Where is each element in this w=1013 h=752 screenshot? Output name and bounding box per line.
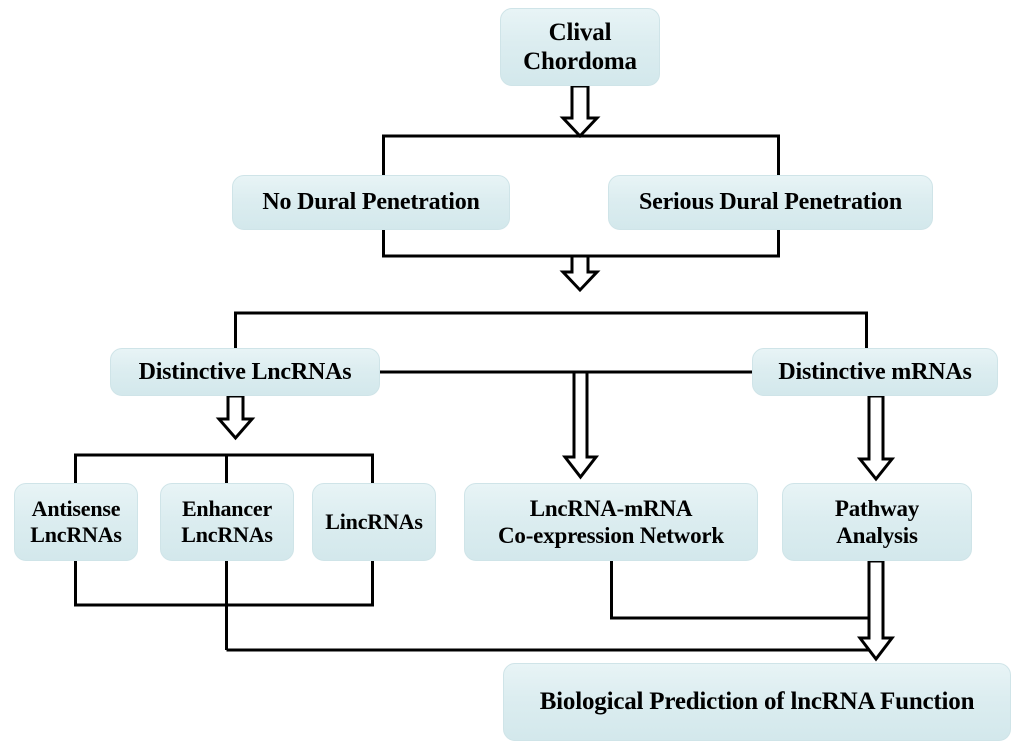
block-arrow-to-biological-prediction — [856, 559, 896, 662]
node-serious-dural-penetration[interactable]: Serious Dural Penetration — [608, 175, 933, 230]
node-serious-dural-penetration-label: Serious Dural Penetration — [639, 189, 902, 216]
node-enhancer-lncrnas-label: Enhancer LncRNAs — [181, 496, 273, 547]
node-coexpression-network[interactable]: LncRNA-mRNA Co-expression Network — [464, 483, 758, 561]
node-distinctive-mrnas-label: Distinctive mRNAs — [778, 358, 972, 385]
node-distinctive-lncrnas[interactable]: Distinctive LncRNAs — [110, 348, 380, 396]
node-antisense-lncrnas[interactable]: Antisense LncRNAs — [14, 483, 138, 561]
node-antisense-lncrnas-label: Antisense LncRNAs — [30, 496, 122, 547]
block-arrow-lnc-down — [215, 394, 256, 441]
node-clival-chordoma[interactable]: Clival Chordoma — [500, 8, 660, 86]
node-distinctive-mrnas[interactable]: Distinctive mRNAs — [752, 348, 998, 396]
node-coexpression-network-label: LncRNA-mRNA Co-expression Network — [498, 495, 724, 548]
node-no-dural-penetration[interactable]: No Dural Penetration — [232, 175, 510, 230]
block-arrow-level2-down — [559, 254, 601, 293]
node-enhancer-lncrnas[interactable]: Enhancer LncRNAs — [160, 483, 294, 561]
node-distinctive-lncrnas-label: Distinctive LncRNAs — [138, 358, 352, 385]
block-arrow-chordoma-down — [559, 84, 601, 139]
flowchart-diagram: Clival Chordoma No Dural Penetration Ser… — [0, 0, 1013, 752]
node-no-dural-penetration-label: No Dural Penetration — [262, 189, 480, 216]
node-biological-prediction[interactable]: Biological Prediction of lncRNA Function — [503, 663, 1011, 741]
node-lincrnas[interactable]: LincRNAs — [312, 483, 436, 561]
node-pathway-analysis[interactable]: Pathway Analysis — [782, 483, 972, 561]
node-pathway-analysis-label: Pathway Analysis — [834, 495, 920, 548]
node-clival-chordoma-label: Clival Chordoma — [523, 18, 637, 76]
block-arrow-to-coexpression — [561, 370, 600, 480]
block-arrow-mrna-to-pathway — [856, 394, 896, 482]
node-lincrnas-label: LincRNAs — [325, 509, 423, 535]
node-biological-prediction-label: Biological Prediction of lncRNA Function — [539, 688, 975, 716]
